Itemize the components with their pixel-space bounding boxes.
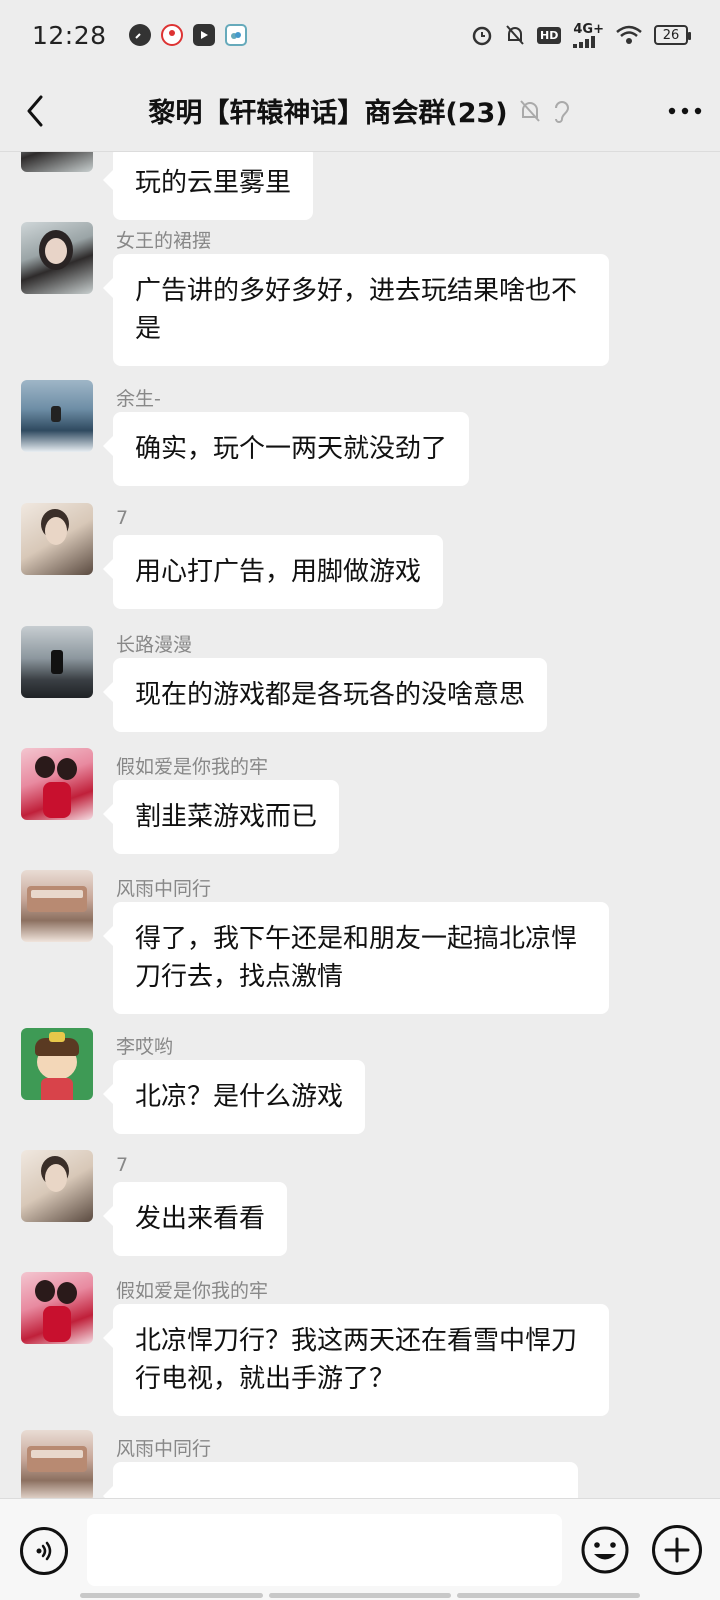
sender-name: 长路漫漫 <box>116 634 193 656</box>
mountain-avatar[interactable] <box>21 626 93 698</box>
message-list[interactable]: 玩的云里雾里 女王的裙摆 广告讲的多好多好，进去玩结果啥也不是 余生- 确实，玩… <box>0 152 720 1498</box>
video-play-icon <box>192 24 215 46</box>
cartoon-girl-avatar[interactable] <box>21 1028 93 1100</box>
woman-portrait-avatar[interactable] <box>21 222 93 294</box>
status-time: 12:28 <box>32 20 107 50</box>
emoji-icon <box>581 1526 629 1574</box>
boat-avatar[interactable] <box>21 380 93 452</box>
plus-icon <box>664 1537 690 1563</box>
voice-icon <box>36 1541 52 1561</box>
sender-name: 风雨中同行 <box>116 1438 212 1460</box>
chat-title[interactable]: 黎明【轩辕神话】商会群(23) <box>148 91 507 130</box>
battery-icon: 26 <box>654 25 691 45</box>
sender-name: 女王的裙摆 <box>116 230 212 252</box>
back-button[interactable] <box>0 70 70 152</box>
back-arrow-icon <box>27 95 43 126</box>
message-bubble[interactable]: 割韭菜游戏而已 <box>102 780 340 854</box>
message-input[interactable] <box>87 1514 562 1586</box>
man-glasses-avatar[interactable] <box>21 1150 93 1222</box>
message-bubble[interactable]: 发出来看看 <box>102 1182 288 1256</box>
man-glasses-avatar[interactable] <box>21 503 93 575</box>
wifi-icon <box>616 25 642 44</box>
input-bar <box>0 1498 720 1600</box>
mute-bell-icon <box>506 25 524 45</box>
hd-icon: HD <box>537 26 562 44</box>
sender-name: 风雨中同行 <box>116 878 212 900</box>
mute-bell-icon <box>519 99 540 122</box>
woman-lying-avatar[interactable] <box>21 152 93 172</box>
notification-icons <box>128 24 247 46</box>
gesture-bar <box>80 1593 641 1598</box>
message-bubble[interactable]: 得了，我下午还是和朋友一起搞北凉悍刀行去，找点激情 <box>103 902 609 1014</box>
couple-avatar[interactable] <box>21 748 93 820</box>
couple-avatar[interactable] <box>21 1272 93 1344</box>
chat-header: 黎明【轩辕神话】商会群(23) <box>0 70 720 152</box>
sender-name: 7 <box>116 1154 129 1176</box>
train-avatar[interactable] <box>21 870 93 942</box>
speed-icon <box>128 24 151 46</box>
signal-icon: 4G+ <box>573 23 604 48</box>
system-status-icons: HD 4G+ 26 <box>471 23 691 48</box>
voice-button[interactable] <box>20 1527 68 1575</box>
message-bubble[interactable]: 广告讲的多好多好，进去玩结果啥也不是 <box>103 254 609 366</box>
more-functions-button[interactable] <box>652 1525 702 1575</box>
train-avatar[interactable] <box>21 1430 93 1498</box>
message-bubble[interactable]: 现在的游戏都是各玩各的没啥意思 <box>102 658 548 732</box>
sender-name: 余生- <box>116 388 161 410</box>
status-bar: 12:28 HD 4G+ 26 <box>0 0 720 70</box>
more-dots-icon <box>668 107 702 114</box>
sender-name: 李哎哟 <box>116 1036 174 1058</box>
message-bubble[interactable]: 确实，玩个一两天就没劲了 <box>102 412 470 486</box>
more-button[interactable] <box>650 70 720 152</box>
sender-name: 假如爱是你我的牢 <box>116 1280 269 1302</box>
message-bubble[interactable]: 北凉？是什么游戏 <box>102 1060 366 1134</box>
sender-name: 7 <box>116 507 129 529</box>
message-bubble[interactable] <box>103 1462 578 1498</box>
alarm-icon <box>472 26 492 46</box>
earpiece-icon <box>554 100 569 123</box>
message-bubble[interactable]: 北凉悍刀行？我这两天还在看雪中悍刀行电视，就出手游了？ <box>103 1304 609 1416</box>
cloud-app-icon <box>224 24 247 46</box>
message-bubble[interactable]: 玩的云里雾里 <box>102 152 314 220</box>
location-pin-icon <box>160 24 183 46</box>
network-type: 4G+ <box>573 21 604 37</box>
message-bubble[interactable]: 用心打广告，用脚做游戏 <box>102 535 444 609</box>
emoji-button[interactable] <box>580 1525 630 1575</box>
sender-name: 假如爱是你我的牢 <box>116 756 269 778</box>
